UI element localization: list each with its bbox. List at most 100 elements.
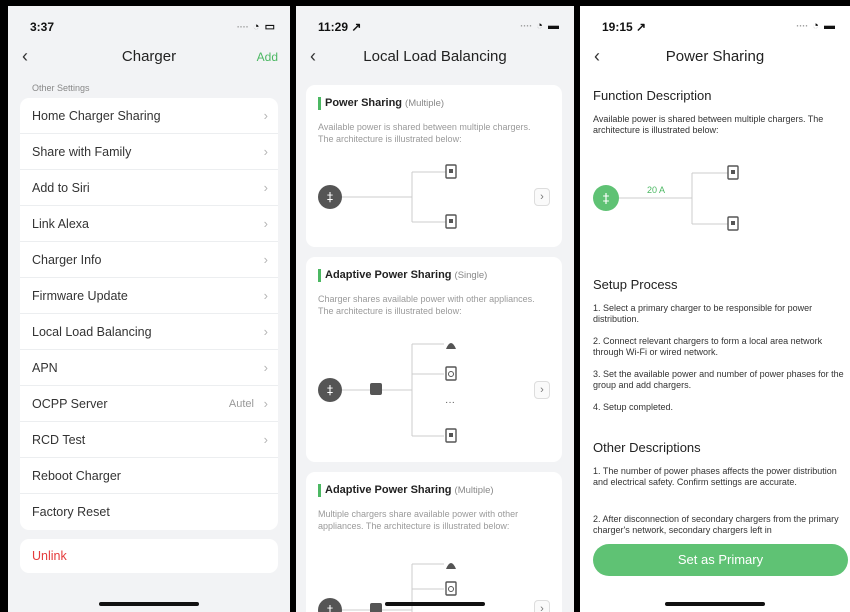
lamp-icon — [446, 343, 456, 349]
status-bar: 3:37 ···· ◔ ▭ — [8, 20, 290, 38]
other-descriptions-heading: Other Descriptions — [593, 440, 701, 455]
settings-row-local-load-balancing[interactable]: Local Load Balancing › — [20, 314, 278, 350]
add-button[interactable]: Add — [257, 50, 278, 64]
power-tower-icon: ‡ — [327, 383, 333, 397]
chevron-right-icon: › — [263, 432, 268, 447]
nav-bar: ‹ Charger Add — [8, 44, 290, 72]
card-title: Power Sharing (Multiple) — [318, 97, 444, 110]
settings-row-rcd-test[interactable]: RCD Test › — [20, 422, 278, 458]
battery-icon: ▬ — [824, 20, 836, 32]
power-sharing-diagram: ‡ — [593, 165, 739, 231]
settings-row-ocpp-server[interactable]: OCPP Server Autel › — [20, 386, 278, 422]
chevron-right-icon: › — [263, 324, 268, 339]
settings-row-apn[interactable]: APN › — [20, 350, 278, 386]
chevron-right-icon: › — [263, 252, 268, 267]
row-label: Charger Info — [32, 253, 102, 267]
wifi-icon: ◔ — [812, 20, 820, 32]
settings-row-factory-reset[interactable]: Factory Reset — [20, 494, 278, 530]
status-bar: 11:29 ↗ ···· ◔ ▬ — [296, 20, 574, 38]
other-description: 1. The number of power phases affects th… — [593, 466, 837, 487]
adaptive-power-sharing-single-card[interactable]: ‡ Adaptive Power Sharing (Single) Charger… — [306, 257, 562, 462]
home-indicator — [665, 602, 765, 606]
row-label: Local Load Balancing — [32, 325, 152, 339]
settings-list: Home Charger Sharing › Share with Family ›… — [20, 98, 278, 530]
function-description-heading: Function Description — [593, 88, 712, 103]
card-title: Adaptive Power Sharing (Single) — [318, 269, 487, 282]
status-icons: ···· ◔ ▬ — [520, 20, 560, 32]
washer-icon — [445, 366, 457, 381]
chevron-right-icon[interactable]: › — [534, 188, 550, 206]
setup-step: 2. Connect relevant chargers to form a l… — [593, 336, 823, 357]
status-time: 19:15 ↗ — [602, 20, 647, 34]
battery-icon: ▬ — [548, 20, 560, 32]
more-dots: ··· — [445, 397, 455, 408]
row-label: APN — [32, 361, 58, 375]
chevron-right-icon: › — [263, 360, 268, 375]
unlink-button[interactable]: Unlink — [20, 539, 278, 573]
row-label: Share with Family — [32, 145, 132, 159]
setup-step: 1. Select a primary charger to be respon… — [593, 303, 813, 324]
setup-process-heading: Setup Process — [593, 277, 678, 292]
adaptive-single-diagram: ‡ — [318, 343, 457, 443]
power-tower-icon: ‡ — [603, 192, 610, 207]
chevron-right-icon[interactable]: › — [534, 381, 550, 399]
status-bar: 19:15 ↗ ···· ◔ ▬ — [580, 20, 850, 38]
settings-row-reboot-charger[interactable]: Reboot Charger — [20, 458, 278, 494]
row-label: Add to Siri — [32, 181, 90, 195]
power-tower-icon: ‡ — [327, 190, 333, 204]
card-description: Charger shares available power with othe… — [318, 294, 535, 316]
meter-icon — [370, 603, 382, 612]
status-icons: ···· ◔ ▭ — [236, 21, 276, 33]
chevron-right-icon: › — [263, 144, 268, 159]
nav-bar: ‹ Power Sharing — [580, 44, 850, 72]
chevron-right-icon: › — [263, 216, 268, 231]
page-title: Power Sharing — [665, 48, 765, 65]
local-load-balancing-screen: 11:29 ↗ ···· ◔ ▬ ‹ Local Load Balancing … — [296, 6, 574, 612]
current-label: 20 A — [647, 185, 666, 195]
nav-bar: ‹ Local Load Balancing — [296, 44, 574, 72]
meter-icon — [370, 383, 382, 395]
row-label: Factory Reset — [32, 505, 110, 519]
home-indicator — [99, 602, 199, 606]
power-sharing-multiple-card[interactable]: ‡ Power Sharing (Multiple) Available powe… — [306, 85, 562, 247]
chevron-right-icon[interactable]: › — [534, 600, 550, 612]
settings-row-share-with-family[interactable]: Share with Family › — [20, 134, 278, 170]
settings-row-link-alexa[interactable]: Link Alexa › — [20, 206, 278, 242]
row-label: OCPP Server — [32, 397, 108, 411]
settings-row-home-charger-sharing[interactable]: Home Charger Sharing › — [20, 98, 278, 134]
page-title: Local Load Balancing — [363, 48, 507, 65]
status-time: 3:37 — [30, 20, 55, 34]
settings-row-charger-info[interactable]: Charger Info › — [20, 242, 278, 278]
row-label: Firmware Update — [32, 289, 128, 303]
setup-step: 3. Set the available power and number of… — [593, 369, 844, 390]
washer-icon — [445, 581, 457, 596]
card-description: Multiple chargers share available power … — [318, 509, 519, 531]
row-label: Link Alexa — [32, 217, 89, 231]
settings-row-firmware-update[interactable]: Firmware Update › — [20, 278, 278, 314]
row-value: Autel — [228, 398, 254, 410]
setup-step: 4. Setup completed. — [593, 402, 674, 412]
location-arrow-icon: ↗ — [636, 20, 647, 34]
chevron-right-icon: › — [263, 108, 268, 123]
charger-settings-screen: 3:37 ···· ◔ ▭ ‹ Charger Add Other Settin… — [8, 6, 290, 612]
adaptive-power-sharing-multiple-card[interactable]: ‡ Adaptive Power Sharing (Multiple) Multi… — [306, 472, 562, 612]
row-label: RCD Test — [32, 433, 86, 447]
battery-icon: ▭ — [264, 21, 276, 33]
chevron-right-icon: › — [263, 396, 268, 411]
home-indicator — [385, 602, 485, 606]
function-description-text: Available power is shared between multip… — [593, 114, 824, 135]
section-label: Other Settings — [32, 83, 90, 93]
wifi-icon: ◔ — [536, 20, 544, 32]
chevron-right-icon: › — [263, 180, 268, 195]
location-arrow-icon: ↗ — [351, 20, 362, 34]
unlink-label: Unlink — [32, 549, 67, 563]
card-description: Available power is shared between multip… — [318, 122, 531, 144]
wifi-icon: ◔ — [252, 21, 261, 33]
power-tower-icon: ‡ — [327, 603, 333, 612]
chevron-right-icon: › — [263, 288, 268, 303]
set-as-primary-button[interactable]: Set as Primary — [593, 544, 848, 576]
settings-row-add-to-siri[interactable]: Add to Siri › — [20, 170, 278, 206]
power-sharing-screen: 19:15 ↗ ···· ◔ ▬ ‹ Power Sharing Functio… — [580, 6, 850, 612]
page-title: Charger — [121, 48, 177, 65]
row-label: Reboot Charger — [32, 469, 121, 483]
